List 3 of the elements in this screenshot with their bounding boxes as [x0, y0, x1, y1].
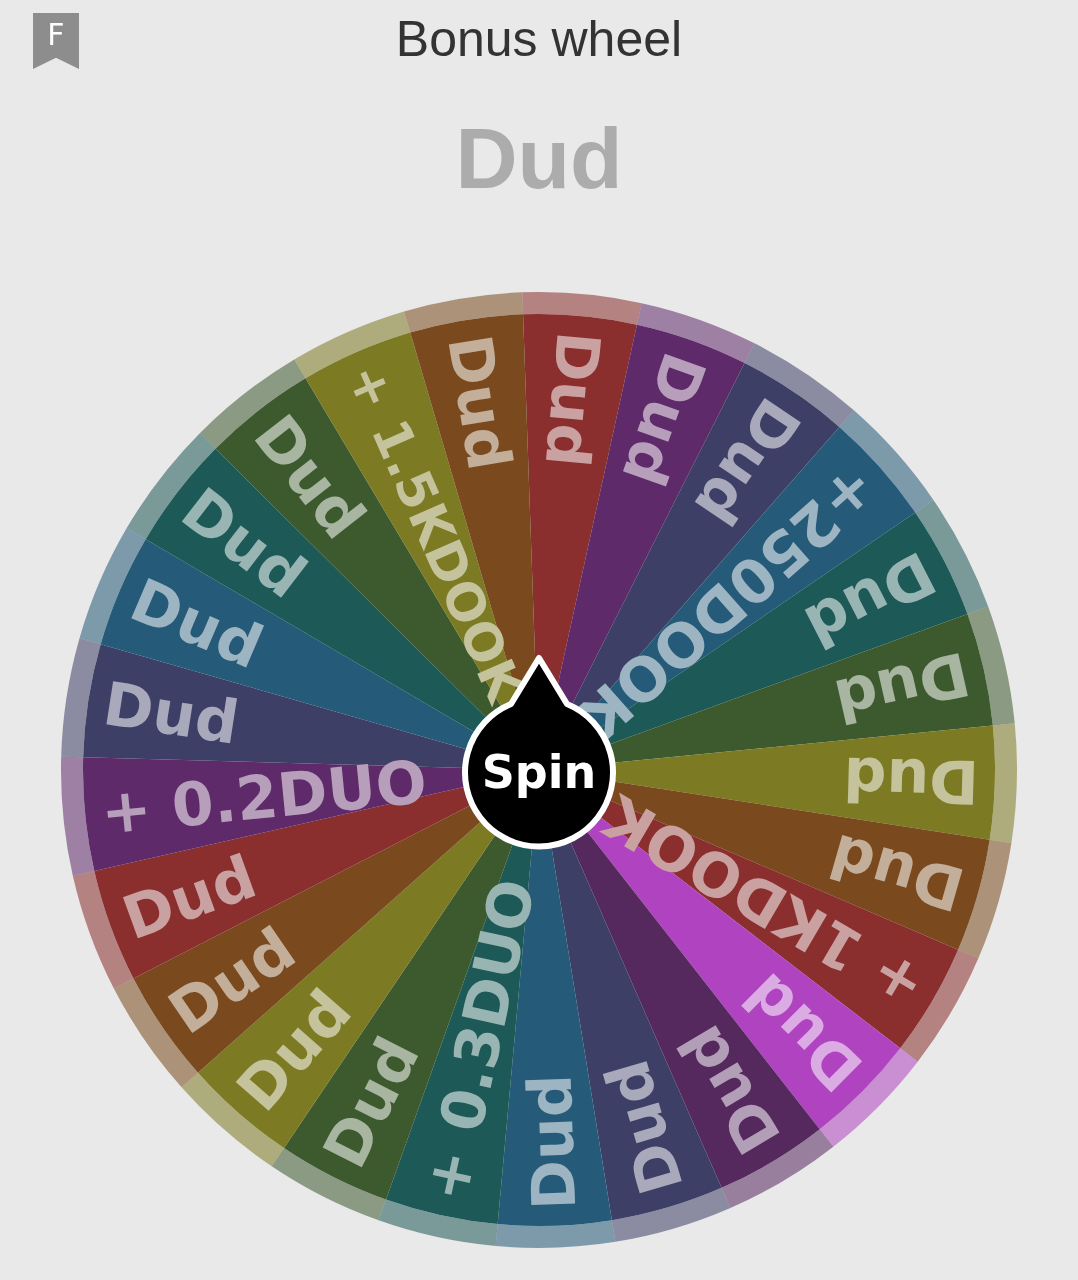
segment-label: Dud: [531, 328, 614, 470]
result-text: Dud: [455, 109, 623, 208]
page-title: Bonus wheel: [394, 10, 684, 68]
